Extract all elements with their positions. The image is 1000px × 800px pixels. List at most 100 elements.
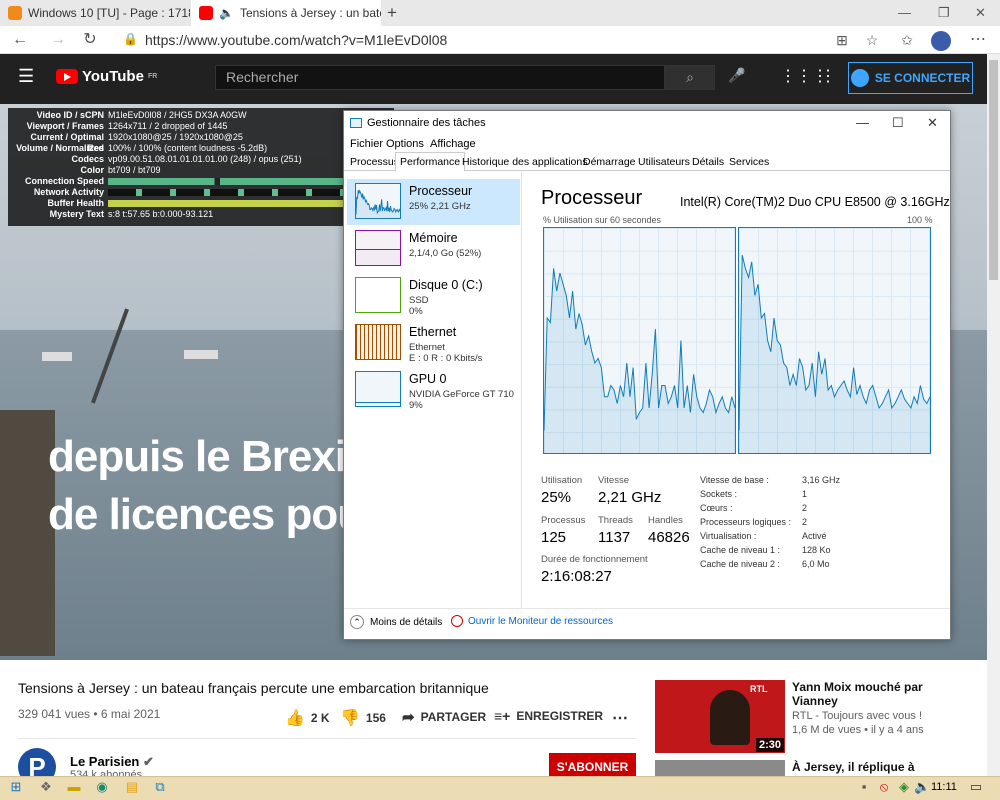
stats-for-nerds-panel: Video ID / sCPN M1leEvD0l08 / 2HG5 DX3A A… <box>8 108 394 226</box>
search-icon[interactable]: ⌕ <box>665 65 715 90</box>
stats-row: Video ID / sCPN M1leEvD0l08 / 2HG5 DX3A A… <box>12 110 390 121</box>
channel-name[interactable]: Le Parisien ✔ <box>70 754 154 770</box>
minimize-icon[interactable]: — <box>898 5 911 20</box>
tab-performance[interactable]: Performance <box>395 152 466 172</box>
property-value: 3,16 GHz <box>802 475 841 485</box>
security-icon[interactable]: ⦸ <box>876 779 892 795</box>
menu-options[interactable]: Options <box>386 138 424 150</box>
sign-in-button[interactable]: SE CONNECTER <box>848 62 973 94</box>
property-row: Cache de niveau 2 : 6,0 Mo <box>700 559 945 573</box>
stats-row: Network Activity <box>12 187 390 198</box>
stats-key: Volume / Normalized <box>16 143 104 153</box>
reload-icon[interactable]: ↻ <box>80 30 100 50</box>
settings-more-icon[interactable]: ⋮ <box>820 66 836 86</box>
share-button[interactable]: ➦ PARTAGER <box>402 708 486 726</box>
like-button[interactable]: 👍 2 K <box>285 708 330 728</box>
sidebar-item-disque[interactable]: Disque 0 (C:) SSD 0% <box>347 273 520 319</box>
close-icon[interactable]: ✕ <box>927 115 938 131</box>
profile-avatar[interactable] <box>931 31 951 51</box>
sidebar-item-label: Processeur <box>409 184 473 198</box>
restore-icon[interactable]: ❐ <box>938 5 950 21</box>
maximize-icon[interactable]: ☐ <box>892 115 904 131</box>
menu-icon[interactable]: ☰ <box>18 66 34 87</box>
minimize-icon[interactable]: — <box>856 115 869 130</box>
youtube-logo[interactable]: YouTube FR <box>56 68 157 85</box>
start-icon[interactable]: ⊞ <box>8 779 24 795</box>
back-icon[interactable]: ← <box>10 30 30 50</box>
sidebar-item-gpu[interactable]: GPU 0 NVIDIA GeForce GT 710 9% <box>347 367 520 413</box>
tab-details[interactable]: Détails <box>688 155 728 171</box>
property-value: 1 <box>802 489 808 499</box>
favorites-icon[interactable]: ✩ <box>897 30 917 50</box>
stats-value: s:8 t:57.65 b:0.000-93.121 <box>108 209 214 219</box>
explorer-folder-icon[interactable]: ▤ <box>124 779 140 795</box>
tab-utilisateurs[interactable]: Utilisateurs <box>634 155 694 171</box>
property-row: Virtualisation : Activé <box>700 531 945 545</box>
boat <box>42 352 72 361</box>
favorite-add-icon[interactable]: ☆ <box>862 30 882 50</box>
resource-monitor-link[interactable]: Ouvrir le Moniteur de ressources <box>451 615 613 627</box>
more-actions-icon[interactable]: ⋯ <box>612 708 628 728</box>
stats-key: Viewport / Frames <box>26 121 104 131</box>
sidebar-item-ethernet[interactable]: Ethernet Ethernet E : 0 R : 0 Kbits/s <box>347 320 520 366</box>
network-icon[interactable]: ▪ <box>856 779 872 795</box>
stat-value: 1137 <box>598 529 631 546</box>
apps-icon[interactable]: ⊞ <box>832 30 852 50</box>
sidebar-item-processeur[interactable]: Processeur 25% 2,21 GHz <box>347 179 520 225</box>
video-meta: 329 041 vues • 6 mai 2021 <box>18 707 161 721</box>
sidebar-item-memoire[interactable]: Mémoire 2,1/4,0 Go (52%) <box>347 226 520 272</box>
stats-value: 100% / 100% (content loudness -5.2dB) <box>108 143 268 153</box>
dislike-button[interactable]: 👎 156 <box>340 708 386 728</box>
property-key: Cache de niveau 1 : <box>700 545 781 555</box>
forward-icon[interactable]: → <box>48 30 68 50</box>
taskbar-clock[interactable]: 11:11 <box>931 781 957 793</box>
volume-icon[interactable]: 🔈 <box>914 779 930 795</box>
microphone-icon[interactable]: 🎤 <box>728 67 745 84</box>
cpu-core-1-area <box>739 255 930 453</box>
stats-row: Buffer Health <box>12 198 390 209</box>
speaker-icon[interactable]: 🔈 <box>219 6 234 20</box>
windows-xp-icon[interactable]: ❖ <box>38 779 54 795</box>
notification-icon[interactable]: ▭ <box>968 779 984 795</box>
shield-icon[interactable]: ◈ <box>896 779 912 795</box>
task-manager-icon <box>350 118 362 128</box>
browser-tab-2[interactable]: 🔈 Tensions à Jersey : un bateau... ✕ <box>191 0 381 26</box>
task-manager-taskbar-icon[interactable]: ⧉ <box>152 779 168 795</box>
more-icon[interactable]: ⋯ <box>968 30 988 50</box>
disk-mini-graph <box>355 277 401 313</box>
new-tab-button[interactable]: + <box>387 3 397 23</box>
stats-row: Color bt709 / bt709 <box>12 165 390 176</box>
lock-icon[interactable]: 🔒 <box>123 32 138 46</box>
stats-row: Viewport / Frames 1264x711 / 2 dropped of… <box>12 121 390 132</box>
cpu-properties: Vitesse de base : 3,16 GHz Sockets : 1 Cœurs… <box>700 475 945 573</box>
property-value: 128 Ko <box>802 545 831 555</box>
save-button[interactable]: ≡+ ENREGISTRER <box>494 708 603 724</box>
cpu-heading: Processeur <box>541 187 643 209</box>
related-video-channel[interactable]: RTL - Toujours avec vous ! <box>792 710 922 722</box>
file-explorer-icon[interactable]: ▬ <box>66 779 82 795</box>
page-scrollbar[interactable] <box>987 54 1000 776</box>
youtube-play-icon <box>56 69 78 84</box>
browser-tab-1[interactable]: Windows 10 [TU] - Page : 1718 ... ✕ <box>0 0 190 26</box>
property-key: Sockets : <box>700 489 738 499</box>
tab-demarrage[interactable]: Démarrage <box>579 155 640 171</box>
stats-value: M1leEvD0l08 / 2HG5 DX3A A0GW <box>108 110 247 120</box>
task-manager-title: Gestionnaire des tâches <box>350 117 486 129</box>
related-video-title[interactable]: À Jersey, il réplique à <box>792 760 932 774</box>
stat-label: Processus <box>541 515 586 526</box>
related-video-title[interactable]: Yann Moix mouché par Vianney <box>792 680 932 708</box>
close-window-icon[interactable]: ✕ <box>975 5 986 21</box>
tab-historique[interactable]: Historique des applications <box>458 155 592 171</box>
tab-services[interactable]: Services <box>725 155 773 171</box>
less-details-button[interactable]: ⌃ Moins de détails <box>350 615 442 629</box>
property-row: Cœurs : 2 <box>700 503 945 517</box>
stat-label: Handles <box>648 515 683 526</box>
menu-affichage[interactable]: Affichage <box>430 138 476 150</box>
stats-value: 1920x1080@25 / 1920x1080@25 <box>108 132 243 142</box>
windows-taskbar <box>0 776 1000 800</box>
sidebar-item-sub: 2,1/4,0 Go (52%) <box>409 248 482 259</box>
search-input[interactable]: Rechercher <box>215 65 665 90</box>
menu-fichier[interactable]: Fichier <box>350 138 383 150</box>
edge-icon[interactable]: ◉ <box>94 779 110 795</box>
url-field[interactable]: https://www.youtube.com/watch?v=M1leEvD0… <box>145 32 447 48</box>
